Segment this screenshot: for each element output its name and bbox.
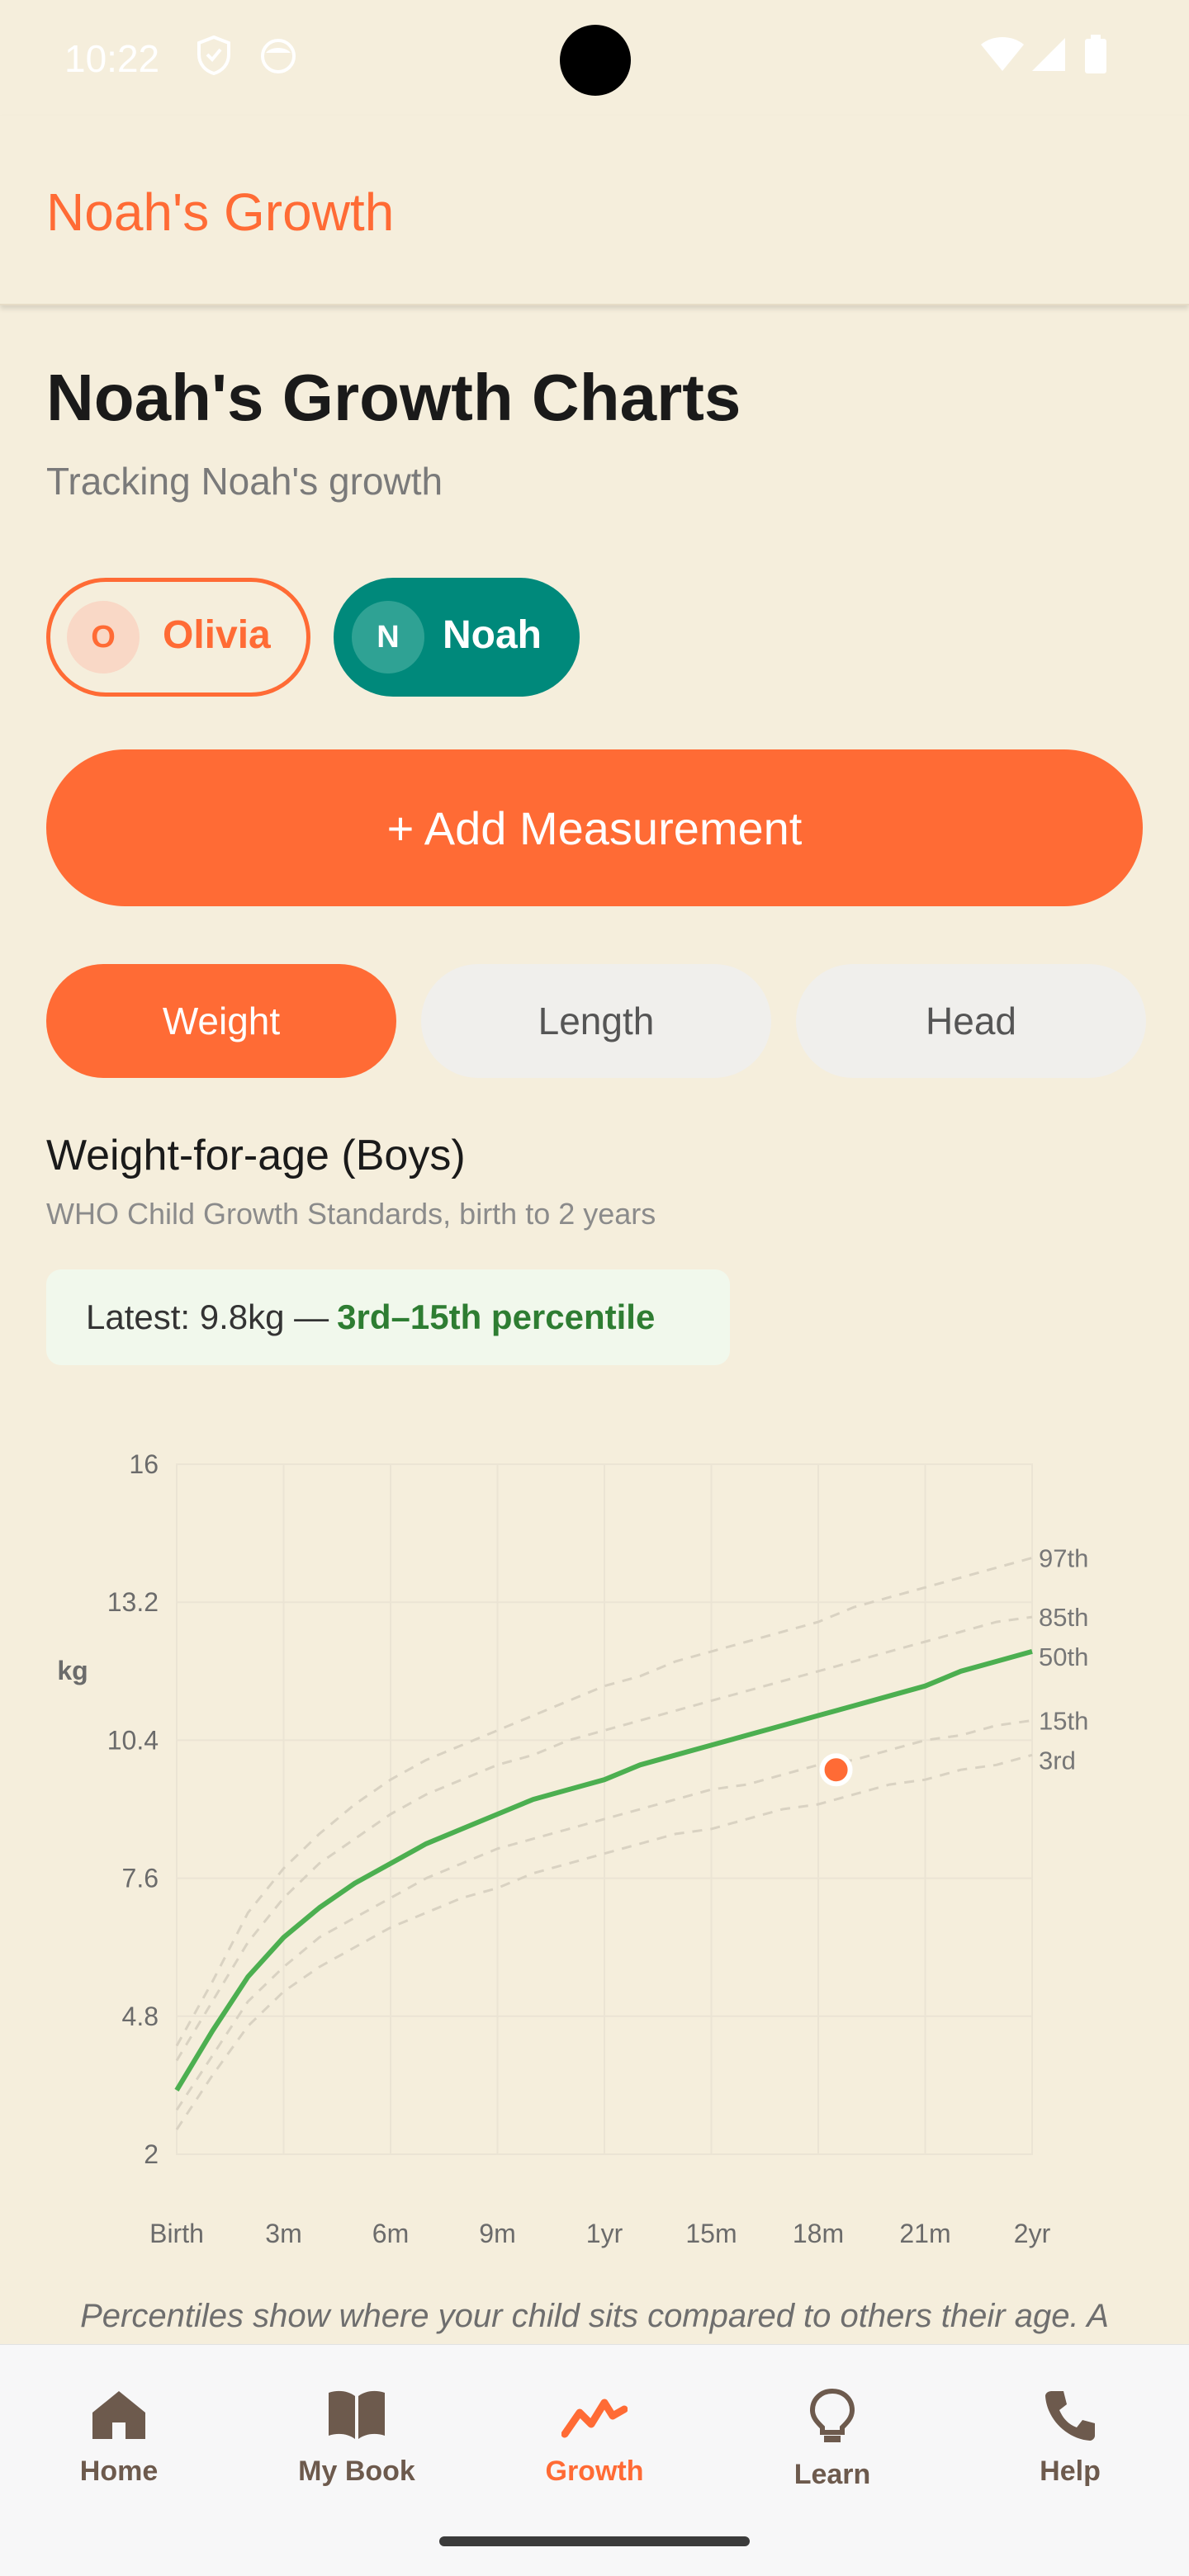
shield-icon (195, 35, 233, 80)
bottom-nav: Home My Book Growth Learn Help (0, 2344, 1189, 2576)
nav-label: Learn (793, 2459, 871, 2490)
x-tick-label: 18m (793, 2219, 844, 2248)
phone-icon (1045, 2391, 1095, 2441)
growth-chart-icon (561, 2399, 628, 2438)
y-tick-label: 4.8 (122, 2002, 159, 2031)
latest-percentile: 3rd–15th percentile (337, 1297, 656, 1336)
chart-title: Weight-for-age (Boys) (46, 1132, 466, 1179)
home-icon (92, 2391, 145, 2439)
avatar: O (67, 601, 140, 674)
x-tick-label: 2yr (1014, 2219, 1051, 2248)
percentile-label: 97th (1039, 1543, 1088, 1572)
growth-chart: 16 13.2 10.4 7.6 4.8 2 kg Birth 3m 6m 9m 1yr 15m 18m 2… (57, 1449, 1088, 2248)
tab-weight[interactable]: Weight (46, 964, 396, 1078)
y-axis-label: kg (57, 1656, 88, 1685)
status-time: 10:22 (64, 37, 160, 80)
x-tick-label: Birth (149, 2219, 204, 2248)
nav-help[interactable]: Help (988, 2388, 1153, 2488)
nav-home[interactable]: Home (36, 2388, 201, 2488)
chart-subtitle: WHO Child Growth Standards, birth to 2 y… (46, 1197, 656, 1231)
measurement-point (819, 1753, 853, 1787)
page-subtitle: Tracking Noah's growth (46, 460, 443, 503)
x-tick-label: 15m (685, 2219, 737, 2248)
tab-head[interactable]: Head (796, 964, 1146, 1078)
app-title: Noah's Growth (46, 182, 395, 242)
y-tick-label: 7.6 (122, 1864, 159, 1893)
lightbulb-icon (809, 2388, 855, 2442)
y-tick-label: 16 (129, 1449, 159, 1479)
nav-label: Growth (545, 2455, 644, 2487)
nav-growth[interactable]: Growth (512, 2388, 677, 2488)
nav-label: Help (1040, 2455, 1101, 2487)
latest-measurement-summary: Latest: 9.8kg — 3rd–15th percentile (46, 1269, 730, 1365)
cellular-signal-icon (1030, 35, 1068, 78)
y-tick-label: 2 (144, 2139, 159, 2169)
x-tick-label: 6m (372, 2219, 409, 2248)
child-chip-noah[interactable]: N Noah (334, 578, 580, 697)
child-name: Noah (443, 613, 542, 657)
percentile-label: 15th (1039, 1707, 1088, 1736)
nav-label: Home (79, 2455, 159, 2487)
percentile-label: 50th (1039, 1642, 1088, 1671)
status-bar: 10:22 (0, 0, 1189, 116)
page-title: Noah's Growth Charts (46, 361, 741, 434)
home-indicator (439, 2536, 750, 2546)
avatar: N (352, 601, 424, 674)
x-tick-label: 9m (479, 2219, 515, 2248)
nav-my-book[interactable]: My Book (274, 2388, 439, 2488)
y-tick-label: 13.2 (107, 1587, 159, 1617)
nav-label: My Book (298, 2455, 415, 2487)
y-tick-label: 10.4 (107, 1725, 159, 1755)
notification-face-icon (259, 35, 297, 80)
nav-learn[interactable]: Learn (750, 2388, 915, 2491)
x-tick-label: 1yr (586, 2219, 623, 2248)
battery-icon (1083, 35, 1108, 78)
percentile-note: Percentiles show where your child sits c… (80, 2298, 1109, 2334)
wifi-icon (979, 35, 1026, 78)
x-tick-label: 3m (265, 2219, 301, 2248)
percentile-label: 3rd (1039, 1746, 1076, 1775)
latest-measurement-text: Latest: 9.8kg — (86, 1297, 329, 1336)
book-icon (329, 2390, 385, 2439)
tab-length[interactable]: Length (421, 964, 771, 1078)
x-tick-label: 21m (899, 2219, 950, 2248)
child-name: Olivia (163, 613, 271, 657)
camera-cutout (560, 25, 631, 96)
app-bar: Noah's Growth (0, 116, 1189, 305)
child-chip-olivia[interactable]: O Olivia (46, 578, 310, 697)
add-measurement-button[interactable]: + Add Measurement (46, 749, 1143, 906)
percentile-label: 85th (1039, 1603, 1088, 1632)
